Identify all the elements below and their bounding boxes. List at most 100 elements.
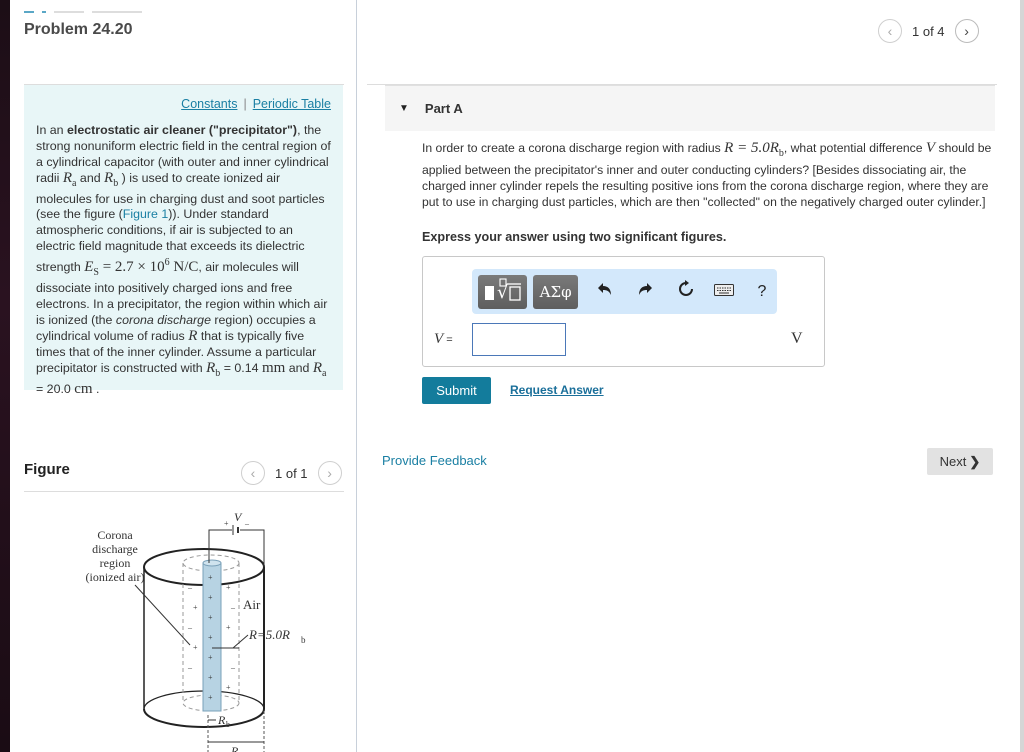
math-var: R = 5.0R (724, 140, 779, 156)
figure-pager: ‹ 1 of 1 › (241, 461, 342, 485)
math-unit: N/C (169, 259, 199, 276)
equals: = (443, 334, 453, 346)
templates-button[interactable]: √ (478, 274, 527, 309)
prev-problem-button[interactable]: ‹ (878, 19, 902, 43)
problem-statement: Constants | Periodic Table In an electrost… (24, 85, 343, 396)
inner-cylinder-top (202, 559, 222, 567)
math-var: R (206, 359, 216, 376)
figure-link[interactable]: Figure 1 (123, 207, 168, 221)
math-Rb: Rb (104, 169, 118, 189)
math-var: R (104, 169, 114, 186)
R-label-sub: b (301, 635, 306, 645)
plus-mark: + (208, 633, 213, 642)
plus-mark: + (208, 613, 213, 622)
page-title: Problem 24.20 (24, 21, 133, 38)
provide-feedback-link[interactable]: Provide Feedback (382, 453, 487, 468)
constants-link[interactable]: Constants (181, 97, 237, 111)
R-label: R=5.0R (248, 627, 290, 642)
link-separator: | (243, 97, 247, 111)
answer-unit: V (791, 330, 803, 347)
figure-pager-count: 1 of 1 (275, 465, 308, 481)
R-pointer (232, 634, 249, 649)
part-a-header[interactable]: ▼ Part A (385, 85, 995, 131)
math-R-eq: R = 5.0Rb (724, 140, 784, 159)
math-unit: cm (74, 380, 93, 397)
help-icon[interactable]: ? (747, 283, 777, 301)
chevron-left-icon: ‹ (887, 23, 893, 39)
keyboard-icon[interactable] (709, 283, 739, 301)
air-label: Air (243, 597, 261, 612)
templates-icon: √ (483, 277, 523, 306)
symbols-button[interactable]: ΑΣφ (533, 274, 579, 309)
page: Problem 24.20 ‹ 1 of 4 › Constants | Perio… (10, 0, 1020, 752)
math-R: R (188, 328, 197, 344)
problem-pager-count: 1 of 4 (912, 23, 945, 39)
answer-input[interactable] (472, 323, 566, 356)
answer-variable-label: V = (434, 330, 453, 348)
math-Ra2: Ra (313, 360, 327, 379)
math-Ra: Ra (62, 169, 77, 189)
answer-instruction: Express your answer using two significan… (422, 230, 727, 244)
math-var: R (62, 169, 73, 186)
text: and (285, 360, 313, 375)
answer-box: √ ΑΣφ ? V = V (422, 256, 825, 367)
text-bold: electrostatic air cleaner ("precipitator… (67, 122, 298, 137)
reset-icon[interactable] (671, 280, 701, 303)
text: . (92, 381, 100, 396)
next-label: Next (939, 454, 967, 469)
redo-icon[interactable] (630, 282, 660, 301)
math-value: = 2.7 × 10 (98, 259, 165, 276)
plus-mark: + (226, 623, 231, 632)
prev-figure-button[interactable]: ‹ (241, 461, 265, 485)
minus-mark: – (187, 663, 193, 672)
plus-mark: + (226, 683, 231, 692)
battery-minus-label: – (244, 519, 250, 528)
corona-label-line2: discharge (92, 542, 138, 556)
part-a-label: Part A (424, 101, 463, 116)
request-answer-link[interactable]: Request Answer (510, 383, 604, 397)
corona-label-line4: (ionized air) (86, 570, 145, 584)
outer-cylinder-bottom (143, 708, 265, 728)
text: In order to create a corona discharge re… (422, 141, 725, 155)
undo-icon[interactable] (590, 282, 620, 301)
rb-label-sub: b (226, 720, 230, 729)
problem-pager: ‹ 1 of 4 › (878, 19, 979, 43)
plus-mark: + (208, 653, 213, 662)
plus-mark: + (208, 693, 213, 702)
corona-label-line3: region (100, 556, 131, 570)
math-var: E (84, 259, 94, 276)
plus-mark: + (193, 643, 198, 652)
battery-plus-label: + (224, 519, 229, 528)
desktop-background (0, 0, 10, 752)
text-italic: corona discharge (115, 312, 211, 327)
text: = 20.0 (36, 381, 75, 396)
plus-mark: + (208, 593, 213, 602)
scrollbar[interactable] (1020, 0, 1024, 752)
text: and (76, 170, 105, 185)
wire-left (208, 529, 232, 563)
next-figure-button[interactable]: › (317, 461, 342, 485)
next-button[interactable]: Next ❯ (927, 448, 993, 475)
figure-title: Figure (24, 461, 70, 478)
resource-links: Constants | Periodic Table (36, 97, 331, 113)
chevron-right-icon: › (964, 23, 969, 39)
math-Rb2: Rb (206, 359, 220, 379)
svg-text:√: √ (497, 282, 509, 302)
plus-mark: + (208, 573, 213, 582)
text: , what potential difference (783, 141, 926, 155)
minus-mark: – (230, 603, 236, 612)
math-var: R (188, 327, 198, 344)
math-V: V (926, 140, 935, 156)
divider (24, 491, 344, 492)
periodic-table-link[interactable]: Periodic Table (253, 97, 331, 111)
next-problem-button[interactable]: › (954, 19, 979, 43)
chevron-right-icon: ❯ (969, 453, 981, 469)
plus-mark: + (193, 603, 198, 612)
math-unit: mm (261, 359, 286, 376)
math-var: V (434, 331, 444, 347)
column-divider (356, 0, 357, 752)
text: = 0.14 (220, 360, 262, 375)
submit-button[interactable]: Submit (422, 377, 491, 404)
plus-mark: + (226, 583, 231, 592)
math-var: V (925, 140, 936, 156)
